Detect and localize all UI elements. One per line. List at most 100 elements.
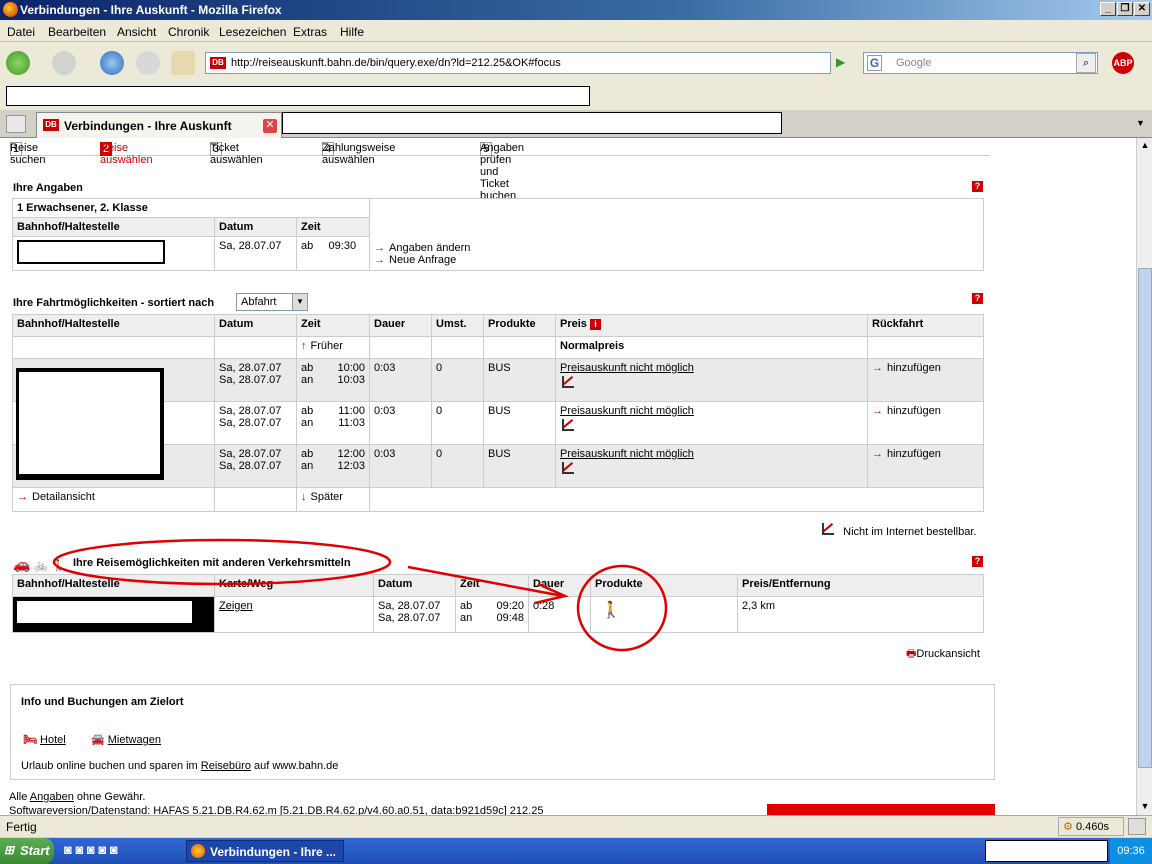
walk-product: 🚶 xyxy=(590,596,738,633)
menu-chronik[interactable]: Chronik xyxy=(168,25,209,39)
col-station: Bahnhof/Haltestelle xyxy=(12,314,215,337)
redacted-station xyxy=(12,596,215,633)
window-titlebar[interactable]: Verbindungen - Ihre Auskunft - Mozilla F… xyxy=(0,0,1152,20)
add-return-link[interactable]: → hinzufügen xyxy=(867,358,984,402)
passenger-info: 1 Erwachsener, 2. Klasse xyxy=(12,198,370,218)
google-icon[interactable]: G xyxy=(867,55,882,71)
status-text: Fertig xyxy=(6,820,37,834)
angaben-link[interactable]: Angaben xyxy=(30,791,74,803)
mietwagen-link[interactable]: 🚘 Mietwagen xyxy=(91,733,161,746)
redacted-stations xyxy=(16,368,164,480)
row-time: ab 10:00 an 10:03 xyxy=(296,358,370,402)
scroll-thumb[interactable] xyxy=(1138,268,1152,768)
walk-row[interactable]: Zeigen Sa, 28.07.07 Sa, 28.07.07 ab 09:20 a… xyxy=(12,596,984,633)
taskbar-item-firefox[interactable]: Verbindungen - Ihre ... xyxy=(186,840,344,862)
tab-title: Verbindungen - Ihre Auskunft xyxy=(64,119,232,133)
row-transfers: 0 xyxy=(431,444,484,488)
adblock-icon[interactable]: ABP xyxy=(1112,52,1134,74)
back-icon[interactable] xyxy=(6,51,30,75)
col-time: Zeit xyxy=(296,217,370,237)
col-time: Zeit xyxy=(296,314,370,337)
url-text: http://reiseauskunft.bahn.de/bin/query.e… xyxy=(231,57,561,69)
help-icon[interactable]: ? xyxy=(972,556,983,567)
col-duration: Dauer xyxy=(369,314,432,337)
disclaimer: Alle Angaben ohne Gewähr. xyxy=(9,791,146,803)
menu-hilfe[interactable]: Hilfe xyxy=(340,25,364,39)
sort-select[interactable]: Abfahrt ▼ xyxy=(236,293,308,311)
close-button[interactable]: ✕ xyxy=(1134,2,1150,16)
go-icon[interactable]: ▶ xyxy=(836,55,850,69)
reload-icon[interactable] xyxy=(100,51,124,75)
row-date: Sa, 28.07.07 Sa, 28.07.07 xyxy=(214,401,297,445)
url-bar[interactable]: DB http://reiseauskunft.bahn.de/bin/quer… xyxy=(205,52,831,74)
price-link[interactable]: Preisauskunft nicht möglich xyxy=(560,448,863,460)
tab-list-icon[interactable]: ▼ xyxy=(1136,118,1145,128)
search-icon[interactable]: ⌕ xyxy=(1076,53,1096,73)
help-icon[interactable]: ? xyxy=(972,181,983,192)
detail-link[interactable]: → Detailansicht xyxy=(12,487,215,512)
status-bar: Fertig ⚙ 0.460s xyxy=(0,815,1152,837)
printer-icon: 🖶 xyxy=(906,648,917,660)
home-icon[interactable] xyxy=(171,51,195,75)
angaben-heading: Ihre Angaben xyxy=(13,182,83,194)
forward-icon[interactable] xyxy=(52,51,76,75)
row-transfers: 0 xyxy=(431,401,484,445)
search-field[interactable]: G Google xyxy=(863,52,1098,74)
reisebuero-link[interactable]: Reisebüro xyxy=(201,760,251,772)
window-title: Verbindungen - Ihre Auskunft - Mozilla F… xyxy=(20,3,282,17)
scroll-down-icon[interactable]: ▼ xyxy=(1139,801,1151,813)
later-link[interactable]: ↓ Später xyxy=(296,487,370,512)
row-time: ab 11:00 an 11:03 xyxy=(296,401,370,445)
add-return-link[interactable]: → hinzufügen xyxy=(867,401,984,445)
new-tab-icon[interactable] xyxy=(6,115,26,133)
info-icon[interactable]: i xyxy=(589,319,601,330)
quicklaunch-icons[interactable]: ◙ ◙ ◙ ◙ ◙ xyxy=(64,842,118,857)
db-favicon: DB xyxy=(210,57,226,69)
redacted-station xyxy=(17,240,165,264)
info-box: Info und Buchungen am Zielort 🛏 Hotel 🚘 … xyxy=(10,684,995,780)
menu-bearbeiten[interactable]: Bearbeiten xyxy=(48,25,106,39)
angaben-table: 1 Erwachsener, 2. Klasse → Angaben ändern… xyxy=(12,198,984,271)
print-view-link[interactable]: 🖶Druckansicht xyxy=(906,645,980,664)
row-duration: 0:03 xyxy=(369,401,432,445)
copyright-bar xyxy=(767,804,995,815)
zeigen-link[interactable]: Zeigen xyxy=(214,596,374,633)
windows-icon: ⊞ xyxy=(4,843,15,857)
bike-icon: 🚲 xyxy=(34,560,49,572)
menu-extras[interactable]: Extras xyxy=(293,25,327,39)
page-info-icon[interactable] xyxy=(1128,818,1146,835)
station-cell xyxy=(12,236,215,271)
col-map: Karte/Weg xyxy=(214,574,374,597)
col-date: Datum xyxy=(214,314,297,337)
not-bookable-icon xyxy=(560,460,574,474)
menu-datei[interactable]: Datei xyxy=(7,25,35,39)
db-favicon: DB xyxy=(43,119,59,131)
time-cell: ab 09:30 xyxy=(296,236,370,271)
col-time: Zeit xyxy=(455,574,529,597)
tab-verbindungen[interactable]: DB Verbindungen - Ihre Auskunft ✕ xyxy=(36,112,282,138)
neue-anfrage-link[interactable]: → Neue Anfrage xyxy=(374,254,979,266)
row-date: Sa, 28.07.07 Sa, 28.07.07 xyxy=(214,358,297,402)
menu-ansicht[interactable]: Ansicht xyxy=(117,25,156,39)
minimize-button[interactable]: _ xyxy=(1100,2,1116,16)
restore-button[interactable]: ❐ xyxy=(1117,2,1133,16)
vertical-scrollbar[interactable]: ▲ ▼ xyxy=(1136,138,1152,815)
add-return-link[interactable]: → hinzufügen xyxy=(867,444,984,488)
close-tab-icon[interactable]: ✕ xyxy=(263,119,277,133)
hotel-link[interactable]: 🛏 Hotel xyxy=(23,733,66,746)
price-link[interactable]: Preisauskunft nicht möglich xyxy=(560,405,863,417)
firefox-icon xyxy=(3,2,18,17)
booking-steps: 1 Reise suchen 2 Reise auswählen 3 Ticket a… xyxy=(10,138,990,202)
menu-lesezeichen[interactable]: Lesezeichen xyxy=(219,25,286,39)
not-bookable-icon xyxy=(560,417,574,431)
scroll-up-icon[interactable]: ▲ xyxy=(1139,140,1151,152)
price-link[interactable]: Preisauskunft nicht möglich xyxy=(560,362,863,374)
stop-icon[interactable] xyxy=(136,51,160,75)
walk-distance: 2,3 km xyxy=(737,596,984,633)
angaben-aendern-link[interactable]: → Angaben ändern xyxy=(374,242,979,254)
help-icon[interactable]: ? xyxy=(972,293,983,304)
row-price: Preisauskunft nicht möglich xyxy=(555,401,868,445)
car-icon: 🚗 xyxy=(13,556,31,572)
start-button[interactable]: ⊞ Start xyxy=(0,838,54,864)
earlier-link[interactable]: ↑ Früher xyxy=(296,336,370,359)
